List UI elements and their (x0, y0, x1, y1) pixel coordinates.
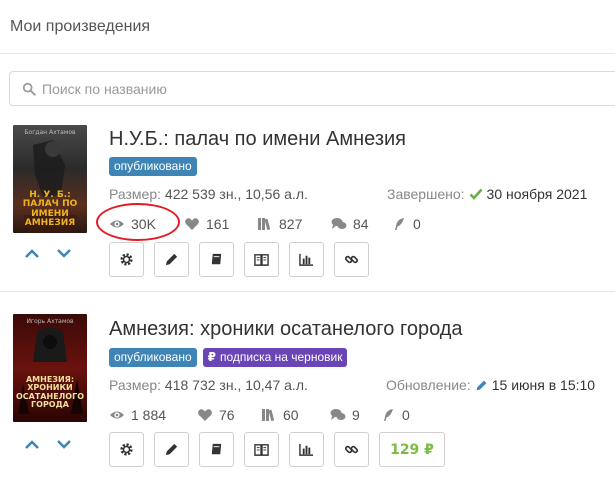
size-label: Размер: (109, 377, 162, 393)
action-buttons: 129 ₽ (109, 432, 445, 467)
arrow-up-icon[interactable] (24, 438, 40, 450)
bar-chart-icon (299, 253, 314, 266)
status-label: Обновление: (386, 377, 471, 393)
eye-icon (110, 411, 124, 419)
ruble-icon: ₽ (207, 350, 216, 364)
stat-views: 1 884 (109, 407, 197, 423)
read-button[interactable] (244, 242, 279, 277)
stat-comments: 9 (330, 407, 380, 423)
work-stats: 1 884 76 60 9 0 (109, 407, 410, 423)
stat-likes: 76 (197, 407, 261, 423)
work-size: Размер: 422 539 зн., 10,56 а.л. (109, 186, 308, 202)
book-cover[interactable]: Богдан Ахтамов Н. У. Б.: ПАЛАЧ ПО ИМЕНИ … (13, 125, 87, 233)
book-cover[interactable]: Игорь Ахтамов АМНЕЗИЯ: ХРОНИКИ ОСАТАНЕЛО… (13, 314, 87, 422)
price-button[interactable]: 129 ₽ (379, 432, 445, 467)
stat-library: 827 (257, 216, 331, 232)
search-input[interactable]: Поиск по названию (9, 71, 615, 106)
edit-button[interactable] (154, 242, 189, 277)
arrow-down-icon[interactable] (56, 438, 72, 450)
statistics-button[interactable] (289, 432, 324, 467)
library-count: 827 (279, 216, 303, 232)
status-badge: опубликовано (109, 348, 197, 367)
quill-icon (395, 218, 404, 230)
bar-chart-icon (299, 443, 314, 456)
stat-awards: 0 (391, 216, 421, 232)
comments-icon (330, 409, 346, 420)
subscription-badge: ₽ подписка на черновик (202, 348, 348, 367)
book-button[interactable] (199, 432, 234, 467)
heart-icon (198, 409, 212, 421)
arrow-down-icon[interactable] (56, 247, 72, 259)
edit-button[interactable] (154, 432, 189, 467)
sort-arrows (24, 438, 72, 450)
search-placeholder: Поиск по названию (42, 80, 167, 97)
statistics-button[interactable] (289, 242, 324, 277)
heart-icon (185, 218, 199, 230)
cover-author: Игорь Ахтамов (26, 318, 74, 325)
settings-button[interactable] (109, 242, 144, 277)
pencil-icon (165, 253, 178, 266)
comments-count: 84 (353, 216, 369, 232)
search-icon (22, 82, 36, 96)
status-value: 15 июня в 15:10 (491, 377, 596, 393)
size-label: Размер: (109, 186, 162, 202)
awards-count: 0 (402, 407, 410, 423)
work-title[interactable]: Н.У.Б.: палач по имени Амнезия (109, 128, 406, 151)
likes-count: 76 (219, 407, 235, 423)
size-value: 418 732 зн., 10,47 а.л. (164, 377, 308, 393)
cover-title: АМНЕЗИЯ: ХРОНИКИ ОСАТАНЕЛОГО ГОРОДА (15, 375, 84, 410)
settings-button[interactable] (109, 432, 144, 467)
open-book-icon (254, 444, 269, 456)
page-title: Мои произведения (10, 17, 151, 35)
status-badge: опубликовано (109, 157, 197, 176)
sort-arrows (24, 247, 72, 259)
work-size: Размер: 418 732 зн., 10,47 а.л. (109, 377, 308, 393)
link-icon (344, 255, 359, 264)
library-icon (262, 409, 275, 422)
gear-icon (120, 253, 133, 266)
book-button[interactable] (199, 242, 234, 277)
link-button[interactable] (334, 242, 369, 277)
views-count: 1 884 (131, 407, 167, 423)
stat-awards: 0 (380, 407, 410, 423)
subscription-label: подписка на черновик (219, 350, 343, 364)
book-icon (211, 443, 222, 455)
annotation-circle (96, 203, 180, 241)
quill-icon (384, 409, 393, 421)
pencil-icon (165, 443, 178, 456)
comments-count: 9 (352, 407, 360, 423)
status-value: 30 ноября 2021 (486, 186, 588, 202)
link-button[interactable] (334, 432, 369, 467)
action-buttons (109, 242, 369, 277)
gear-icon (120, 443, 133, 456)
book-icon (211, 253, 222, 265)
likes-count: 161 (206, 216, 230, 232)
stat-library: 60 (261, 407, 330, 423)
pencil-icon (476, 380, 487, 390)
arrow-up-icon[interactable] (24, 247, 40, 259)
work-item: Игорь Ахтамов АМНЕЗИЯ: ХРОНИКИ ОСАТАНЕЛО… (0, 293, 615, 493)
library-icon (258, 218, 271, 231)
status-label: Завершено: (387, 186, 465, 202)
open-book-icon (254, 254, 269, 266)
work-title[interactable]: Амнезия: хроники осатанелого города (109, 318, 463, 341)
comments-icon (331, 218, 347, 229)
check-icon (469, 188, 483, 200)
size-value: 422 539 зн., 10,56 а.л. (164, 186, 308, 202)
awards-count: 0 (413, 216, 421, 232)
library-count: 60 (283, 407, 299, 423)
stat-likes: 161 (184, 216, 257, 232)
badges: опубликовано ₽ подписка на черновик (109, 348, 348, 367)
page-header: Мои произведения (0, 0, 615, 54)
cover-author: Богдан Ахтамов (24, 129, 76, 136)
work-status: Обновление: 15 июня в 15:10 (386, 377, 595, 393)
link-icon (344, 445, 359, 454)
cover-title: Н. У. Б.: ПАЛАЧ ПО ИМЕНИ АМНЕЗИЯ (22, 190, 78, 229)
badges: опубликовано (109, 157, 197, 176)
stat-comments: 84 (331, 216, 391, 232)
read-button[interactable] (244, 432, 279, 467)
work-item: Богдан Ахтамов Н. У. Б.: ПАЛАЧ ПО ИМЕНИ … (0, 112, 615, 292)
work-status: Завершено: 30 ноября 2021 (387, 186, 587, 202)
